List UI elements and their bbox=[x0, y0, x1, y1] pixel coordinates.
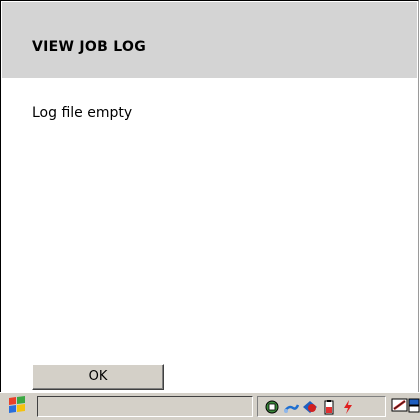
task-field[interactable] bbox=[37, 396, 253, 417]
battery-icon[interactable] bbox=[321, 399, 337, 415]
network-icon[interactable] bbox=[264, 399, 280, 415]
windows-logo-icon bbox=[7, 396, 27, 418]
log-status-text: Log file empty bbox=[32, 105, 133, 121]
pen-icon[interactable] bbox=[283, 399, 299, 415]
desktop-switch-icon bbox=[408, 396, 420, 418]
start-button[interactable] bbox=[2, 396, 32, 418]
ok-button[interactable]: OK bbox=[32, 364, 164, 390]
desktop-switch-button[interactable] bbox=[408, 396, 420, 417]
power-icon[interactable] bbox=[340, 399, 356, 415]
page-title: VIEW JOB LOG bbox=[32, 39, 146, 55]
taskbar bbox=[0, 392, 420, 420]
app-window: VIEW JOB LOG Log file empty OK bbox=[0, 0, 419, 392]
connection-icon[interactable] bbox=[302, 399, 318, 415]
system-tray bbox=[257, 396, 386, 417]
title-bar: VIEW JOB LOG bbox=[2, 2, 417, 78]
input-panel-icon bbox=[391, 396, 409, 418]
